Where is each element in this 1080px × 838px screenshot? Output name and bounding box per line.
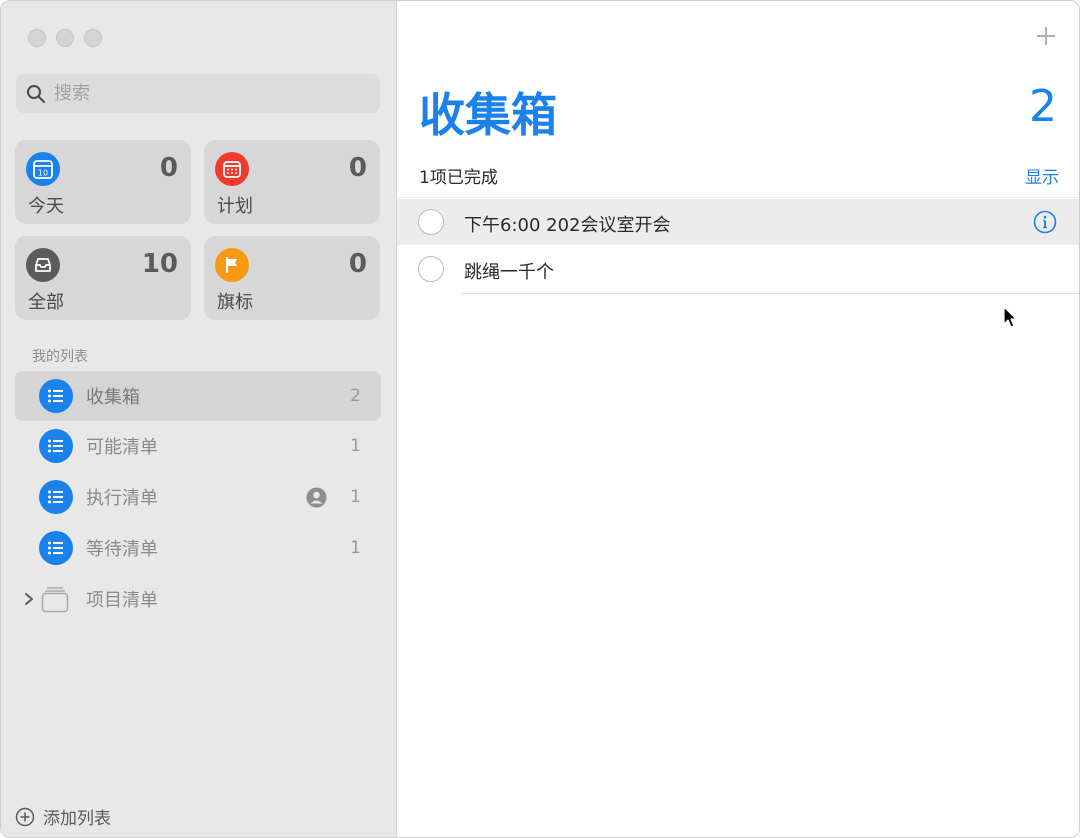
chevron-right-icon[interactable] bbox=[23, 592, 35, 606]
list-count: 2 bbox=[350, 386, 361, 406]
info-icon[interactable] bbox=[1033, 210, 1057, 234]
completed-count-text: 1项已完成 bbox=[419, 168, 498, 188]
list-total-count: 2 bbox=[1029, 81, 1057, 132]
svg-text:10: 10 bbox=[38, 169, 48, 178]
show-completed-button[interactable]: 显示 bbox=[1025, 163, 1059, 188]
minimize-window-button[interactable] bbox=[56, 29, 74, 47]
smart-list-count: 0 bbox=[348, 249, 367, 279]
list-label: 可能清单 bbox=[86, 437, 158, 458]
completed-summary: 1项已完成 显示 bbox=[419, 163, 1059, 188]
reminder-title[interactable]: 下午6:00 202会议室开会 bbox=[464, 211, 671, 237]
sidebar: 10 0 今天 0 计划 bbox=[1, 1, 397, 837]
smart-list-all[interactable]: 10 全部 bbox=[15, 236, 191, 320]
smart-list-today[interactable]: 10 0 今天 bbox=[15, 140, 191, 224]
smart-list-scheduled[interactable]: 0 计划 bbox=[204, 140, 380, 224]
sidebar-group-projects[interactable]: 项目清单 bbox=[15, 574, 381, 624]
add-list-button[interactable]: 添加列表 bbox=[15, 804, 111, 829]
smart-list-count: 10 bbox=[141, 249, 178, 279]
reminder-row[interactable]: 跳绳一千个 bbox=[397, 246, 1079, 292]
mouse-pointer-icon bbox=[1003, 306, 1017, 328]
list-label: 执行清单 bbox=[86, 488, 158, 509]
list-count: 1 bbox=[350, 538, 361, 558]
smart-list-label: 今天 bbox=[28, 196, 64, 217]
sidebar-item-waiting-list[interactable]: 等待清单 1 bbox=[15, 523, 381, 573]
main-panel: 收集箱 2 1项已完成 显示 下午6:00 202会议室开会 跳绳一千个 bbox=[397, 1, 1079, 837]
list-bullets-icon bbox=[39, 379, 73, 413]
smart-list-count: 0 bbox=[159, 153, 178, 183]
app-window: 10 0 今天 0 计划 bbox=[0, 0, 1080, 838]
smart-list-flagged[interactable]: 0 旗标 bbox=[204, 236, 380, 320]
reminder-checkbox[interactable] bbox=[418, 256, 444, 282]
reminder-row[interactable]: 下午6:00 202会议室开会 bbox=[397, 199, 1079, 245]
zoom-window-button[interactable] bbox=[84, 29, 102, 47]
search-icon bbox=[27, 84, 45, 103]
add-list-label: 添加列表 bbox=[43, 809, 111, 829]
calendar-today-icon: 10 bbox=[26, 152, 60, 186]
search-input[interactable] bbox=[54, 83, 354, 104]
list-bullets-icon bbox=[39, 480, 73, 514]
calendar-grid-icon bbox=[215, 152, 249, 186]
list-title: 收集箱 bbox=[419, 88, 557, 142]
list-bullets-icon bbox=[39, 429, 73, 463]
smart-list-label: 计划 bbox=[217, 196, 253, 217]
list-count: 1 bbox=[350, 487, 361, 507]
list-label: 收集箱 bbox=[86, 387, 140, 408]
sidebar-item-action-list[interactable]: 执行清单 1 bbox=[15, 472, 381, 522]
close-window-button[interactable] bbox=[28, 29, 46, 47]
add-reminder-button[interactable] bbox=[1035, 25, 1057, 47]
smart-list-label: 旗标 bbox=[217, 292, 253, 313]
smart-list-label: 全部 bbox=[28, 292, 64, 313]
plus-circle-icon bbox=[15, 807, 35, 826]
sidebar-item-maybe-list[interactable]: 可能清单 1 bbox=[15, 421, 381, 471]
shared-person-icon bbox=[306, 487, 327, 507]
divider bbox=[461, 293, 1079, 294]
list-label: 等待清单 bbox=[86, 539, 158, 560]
tray-icon bbox=[26, 248, 60, 282]
search-box[interactable] bbox=[16, 74, 380, 113]
reminder-checkbox[interactable] bbox=[418, 209, 444, 235]
list-group-icon bbox=[41, 587, 69, 613]
flag-icon bbox=[215, 248, 249, 282]
reminder-title[interactable]: 跳绳一千个 bbox=[464, 258, 554, 284]
window-controls bbox=[28, 29, 102, 47]
my-lists-heading: 我的列表 bbox=[32, 349, 88, 365]
list-count: 1 bbox=[350, 436, 361, 456]
list-bullets-icon bbox=[39, 531, 73, 565]
group-label: 项目清单 bbox=[86, 590, 158, 611]
smart-list-count: 0 bbox=[348, 153, 367, 183]
sidebar-item-inbox[interactable]: 收集箱 2 bbox=[15, 371, 381, 421]
divider bbox=[397, 197, 1079, 198]
